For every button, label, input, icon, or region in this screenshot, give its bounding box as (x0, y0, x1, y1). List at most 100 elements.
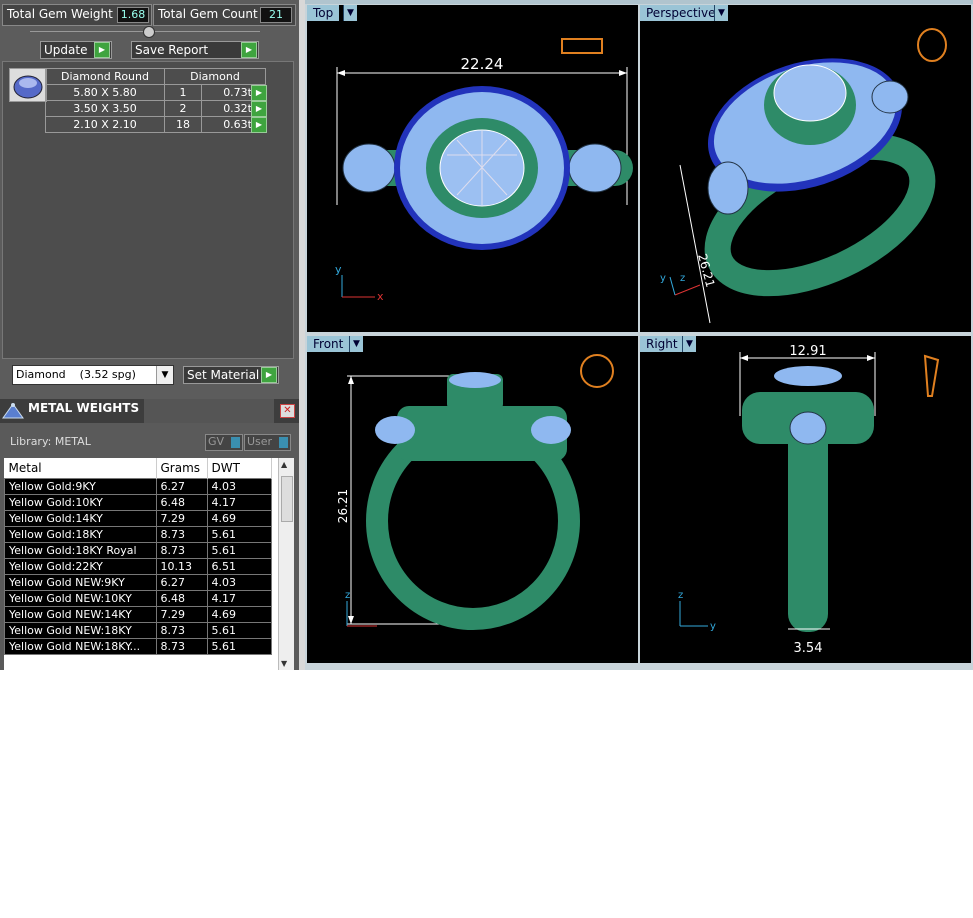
table-row[interactable]: Yellow Gold NEW:18KY... 8.73 5.61 (4, 638, 272, 655)
metal-grams: 6.27 (155, 574, 208, 591)
metal-name: Yellow Gold:22KY (4, 558, 157, 575)
viewport-top[interactable]: Top ▼ 22.24 y x (307, 5, 638, 332)
metal-dwt: 4.69 (206, 510, 272, 527)
front-view-render: 26.21 z (336, 354, 614, 630)
metal-grams: 7.29 (155, 606, 208, 623)
viewport-area: Top ▼ 22.24 y x Perspective ▼ 26.21 y z … (305, 0, 973, 670)
scroll-up-icon[interactable]: ▲ (281, 460, 287, 469)
viewport-perspective[interactable]: Perspective ▼ 26.21 y z (640, 5, 971, 332)
metal-dwt: 4.17 (206, 494, 272, 511)
viewport-front[interactable]: Front ▼ 26.21 z (307, 336, 638, 663)
right-dimension-top: 12.91 (789, 344, 826, 359)
metal-name: Yellow Gold NEW:18KY (4, 622, 157, 639)
total-gem-count: Total Gem Count 21 (153, 4, 296, 26)
metal-table: Metal Grams DWT Yellow Gold:9KY 6.27 4.03 … (4, 458, 272, 655)
table-row[interactable]: Yellow Gold:22KY 10.13 6.51 (4, 558, 272, 575)
gem-list-area: Diamond Round Diamond 5.80 X 5.80 1 0.73… (2, 61, 294, 359)
table-row[interactable]: Yellow Gold:14KY 7.29 4.69 (4, 510, 272, 527)
set-material-button[interactable]: Set Material ▶ (183, 366, 279, 384)
top-dimension: 22.24 (461, 55, 504, 73)
gem-row[interactable]: 5.80 X 5.80 1 0.73tw (45, 84, 266, 101)
metal-grams: 6.48 (155, 590, 208, 607)
metal-dwt: 4.17 (206, 590, 272, 607)
gem-size: 5.80 X 5.80 (45, 84, 165, 101)
perspective-view-render: 26.21 y z (660, 28, 947, 324)
metal-weights-header: METAL WEIGHTS ✕ (0, 399, 299, 423)
svg-text:z: z (345, 590, 350, 601)
table-row[interactable]: Yellow Gold NEW:18KY 8.73 5.61 (4, 622, 272, 639)
gem-col-shape: Diamond Round (45, 68, 165, 85)
metal-table-header: Metal Grams DWT (4, 458, 272, 479)
front-dimension: 26.21 (336, 489, 350, 523)
total-gem-count-value: 21 (260, 7, 292, 23)
metal-name: Yellow Gold:18KY Royal (4, 542, 157, 559)
vertical-scrollbar[interactable]: ▲ ▼ (278, 458, 294, 670)
set-material-label: Set Material (187, 368, 260, 382)
update-button[interactable]: Update ▶ (40, 41, 112, 59)
play-icon: ▶ (94, 42, 110, 58)
table-row[interactable]: Yellow Gold:9KY 6.27 4.03 (4, 478, 272, 495)
chevron-down-icon[interactable]: ▼ (156, 366, 173, 384)
gv-toggle[interactable]: GV (205, 434, 243, 451)
material-select-value: Diamond (3.52 spg) (16, 368, 136, 381)
diamond-thumbnail[interactable] (9, 68, 47, 102)
metal-col-grams[interactable]: Grams (156, 458, 208, 479)
close-icon[interactable]: ✕ (280, 404, 295, 418)
metal-dwt: 5.61 (206, 542, 272, 559)
total-gem-weight: Total Gem Weight 1.68 (2, 4, 152, 26)
metal-dwt: 5.61 (206, 638, 272, 655)
save-report-label: Save Report (135, 43, 209, 57)
metal-table-frame: Metal Grams DWT Yellow Gold:9KY 6.27 4.03 … (4, 458, 294, 670)
svg-text:y: y (660, 273, 666, 284)
metal-name: Yellow Gold:14KY (4, 510, 157, 527)
user-toggle[interactable]: User (244, 434, 291, 451)
right-view-render: 12.91 3.54 z y (678, 344, 940, 656)
gem-count: 1 (164, 84, 202, 101)
metal-weights-title: METAL WEIGHTS (28, 401, 140, 415)
scroll-thumb[interactable] (281, 476, 293, 522)
metal-dwt: 4.69 (206, 606, 272, 623)
table-row[interactable]: Yellow Gold:18KY Royal 8.73 5.61 (4, 542, 272, 559)
metal-name: Yellow Gold:10KY (4, 494, 157, 511)
gv-indicator (231, 437, 240, 448)
top-view-render: 22.24 y x (335, 38, 633, 303)
metal-col-dwt[interactable]: DWT (207, 458, 272, 479)
metal-grams: 8.73 (155, 638, 208, 655)
material-select[interactable]: Diamond (3.52 spg) ▼ (12, 365, 174, 385)
viewport-right[interactable]: Right ▼ 12.91 3.54 z y (640, 336, 971, 663)
table-row[interactable]: Yellow Gold:18KY 8.73 5.61 (4, 526, 272, 543)
metal-grams: 8.73 (155, 622, 208, 639)
scroll-down-icon[interactable]: ▼ (281, 659, 287, 668)
gem-panel: Total Gem Weight 1.68 Total Gem Count 21… (0, 0, 299, 670)
update-button-label: Update (44, 43, 88, 57)
row-go-icon[interactable]: ▶ (251, 117, 267, 133)
header-tab-space (144, 399, 274, 423)
table-row[interactable]: Yellow Gold NEW:14KY 7.29 4.69 (4, 606, 272, 623)
gem-row[interactable]: 3.50 X 3.50 2 0.32tw (45, 100, 266, 117)
save-report-button[interactable]: Save Report ▶ (131, 41, 259, 59)
metal-name: Yellow Gold NEW:9KY (4, 574, 157, 591)
table-row[interactable]: Yellow Gold NEW:10KY 6.48 4.17 (4, 590, 272, 607)
metal-grams: 6.27 (155, 478, 208, 495)
splitter-handle[interactable] (143, 26, 155, 38)
metal-grams: 6.48 (155, 494, 208, 511)
gem-count: 2 (164, 100, 202, 117)
gem-row[interactable]: 2.10 X 2.10 18 0.63tw (45, 116, 266, 133)
table-row[interactable]: Yellow Gold NEW:9KY 6.27 4.03 (4, 574, 272, 591)
row-go-icon[interactable]: ▶ (251, 85, 267, 101)
gem-table-header: Diamond Round Diamond (45, 68, 266, 85)
gem-size: 3.50 X 3.50 (45, 100, 165, 117)
metal-grams: 7.29 (155, 510, 208, 527)
gem-table: Diamond Round Diamond 5.80 X 5.80 1 0.73… (45, 68, 266, 133)
metal-name: Yellow Gold NEW:18KY... (4, 638, 157, 655)
table-row[interactable]: Yellow Gold:10KY 6.48 4.17 (4, 494, 272, 511)
metal-name: Yellow Gold:9KY (4, 478, 157, 495)
metal-col-name[interactable]: Metal (4, 458, 157, 479)
row-go-icon[interactable]: ▶ (251, 101, 267, 117)
total-gem-weight-value: 1.68 (117, 7, 149, 23)
metal-dwt: 4.03 (206, 478, 272, 495)
orientation-cube-icon (561, 38, 603, 54)
metal-dwt: 4.03 (206, 574, 272, 591)
orientation-side-icon (923, 354, 940, 397)
svg-text:y: y (710, 621, 716, 632)
